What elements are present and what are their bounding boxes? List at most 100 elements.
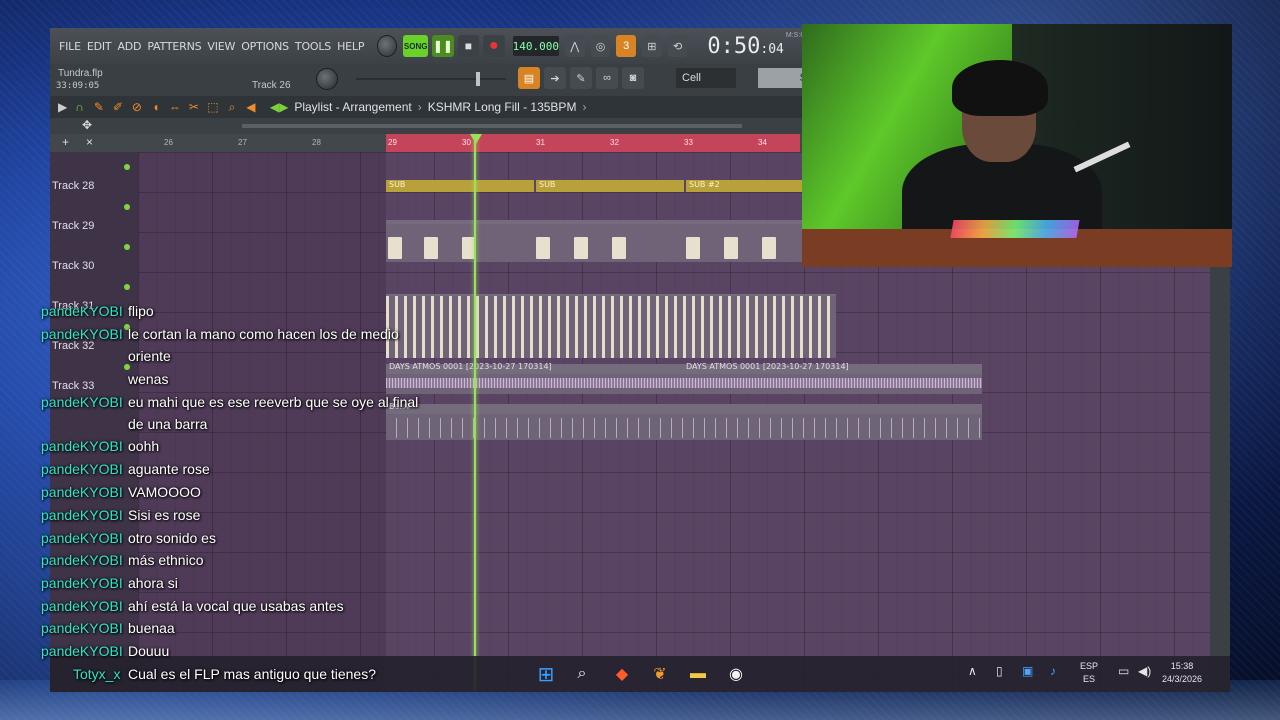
tray-phone-icon[interactable]: ▯	[996, 664, 1003, 678]
ruler-bar: 26	[164, 138, 173, 147]
master-slider-track[interactable]	[356, 78, 506, 80]
zoom-tool-icon[interactable]: ⌕	[225, 100, 239, 115]
clip-label: SUB	[389, 180, 406, 189]
chat-text: le cortan la mano como hacen los de medi…	[128, 326, 399, 342]
clip-label: SUB #2	[689, 180, 720, 189]
menu-patterns[interactable]: PATTERNS	[144, 40, 204, 53]
wait-for-input-button[interactable]: ◎	[590, 35, 611, 57]
magnet-icon[interactable]: ∩	[75, 100, 84, 114]
fl-studio-icon[interactable]: ❦	[648, 662, 672, 686]
plugin-button[interactable]: ◙	[622, 67, 644, 89]
playlist-toggle[interactable]: ▤	[518, 67, 540, 89]
delete-tool-icon[interactable]: ⊘	[130, 100, 144, 115]
track-label[interactable]: Track 28	[52, 180, 94, 192]
clip-percussion[interactable]	[386, 294, 836, 358]
link-button[interactable]: ∞	[596, 67, 618, 89]
track-label[interactable]: Track 33	[52, 380, 94, 392]
clip-sub[interactable]: SUB	[386, 180, 534, 192]
chat-user: pandeKYOBI	[41, 643, 123, 659]
track-label[interactable]: Track 30	[52, 260, 94, 272]
play-pause-button[interactable]: ❚❚	[432, 35, 454, 57]
cam-rgb-keyboard	[950, 220, 1080, 238]
chat-text: Douuu	[128, 643, 170, 659]
paint-tool-icon[interactable]: ✐	[111, 100, 125, 115]
pencil-tool-button[interactable]: ✎	[570, 67, 592, 89]
master-pitch-knob[interactable]	[316, 68, 338, 90]
playback-tool-icon[interactable]: ◀	[244, 100, 258, 115]
tray-app-icon[interactable]: ▣	[1022, 664, 1033, 678]
current-pattern[interactable]: KSHMR Long Fill - 135BPM	[428, 100, 577, 114]
snap-arrow-button[interactable]: ➔	[544, 67, 566, 89]
close-icon[interactable]: ×	[86, 135, 93, 149]
master-slider-handle[interactable]	[476, 72, 480, 86]
countdown-button[interactable]: 3	[616, 35, 637, 57]
webcam-overlay	[802, 24, 1232, 267]
tray-mic-icon[interactable]: ♪	[1050, 664, 1056, 678]
track-status-dot[interactable]	[124, 204, 130, 210]
file-explorer-icon[interactable]: ▬	[686, 662, 710, 686]
link-icon: ∞	[603, 72, 611, 84]
ruler-bar: 29	[388, 138, 397, 147]
track-label[interactable]: Track 29	[52, 220, 94, 232]
slip-tool-icon[interactable]: ⇔	[168, 100, 182, 115]
menu-file[interactable]: FILE	[56, 40, 84, 53]
chat-user: pandeKYOBI	[41, 461, 123, 477]
slice-tool-icon[interactable]: ✂	[187, 100, 201, 115]
window-toggle-group: ▤ ➔ ✎ ∞ ◙	[518, 67, 644, 89]
playlist-toolbar: ▶ ∩ ✎ ✐ ⊘ ◖ ⇔ ✂ ⬚ ⌕ ◀ ◀▶ Playlist - Arran…	[50, 96, 810, 118]
system-clock[interactable]: 15:38 24/3/2026	[1162, 660, 1202, 686]
chat-user: pandeKYOBI	[41, 620, 123, 636]
chat-text: VAMOOOO	[128, 484, 201, 500]
clip-label: DAYS ATMOS 0001 [2023-10-27 170314]	[686, 362, 849, 371]
obs-icon[interactable]: ◉	[724, 662, 748, 686]
loop-record-button[interactable]: ⟲	[667, 35, 688, 57]
master-volume-knob[interactable]	[377, 35, 398, 57]
stop-button[interactable]: ■	[457, 35, 480, 57]
clip-sub2[interactable]: SUB #2	[686, 180, 802, 192]
note-block	[574, 237, 588, 259]
brave-browser-icon[interactable]: ◆	[610, 662, 634, 686]
record-button[interactable]: ●	[483, 35, 505, 57]
network-icon[interactable]: ▭	[1118, 664, 1129, 678]
snap-selector[interactable]: Cell	[676, 68, 736, 88]
track-status-dot[interactable]	[124, 364, 130, 370]
select-tool-icon[interactable]: ⬚	[206, 100, 220, 115]
draw-tool-icon[interactable]: ✎	[92, 100, 106, 115]
menu-help[interactable]: HELP	[334, 40, 367, 53]
search-icon[interactable]: ⌕	[570, 662, 594, 686]
menu-arrow-icon[interactable]: ▶	[58, 100, 67, 114]
ruler-bar: 32	[610, 138, 619, 147]
metronome-button[interactable]: ⋀	[564, 35, 585, 57]
menu-view[interactable]: VIEW	[204, 40, 238, 53]
clip-track29[interactable]	[386, 220, 802, 262]
language-indicator[interactable]: ESP ES	[1080, 660, 1098, 686]
loop-region[interactable]	[386, 134, 800, 152]
tray-chevron-icon[interactable]: ∧	[968, 664, 977, 678]
menu-edit[interactable]: EDIT	[84, 40, 115, 53]
move-icon[interactable]: ✥	[82, 118, 92, 132]
scrollbar-thumb[interactable]	[242, 124, 742, 128]
hint-text: Track 26	[252, 80, 291, 91]
menu-add[interactable]: ADD	[114, 40, 144, 53]
mute-tool-icon[interactable]: ◖	[149, 100, 163, 115]
tempo-display[interactable]: 140.000	[512, 36, 559, 56]
track-status-dot[interactable]	[124, 244, 130, 250]
time-display: 0:50:04	[707, 34, 783, 59]
note-block	[686, 237, 700, 259]
track-status-dot[interactable]	[124, 164, 130, 170]
song-mode-button[interactable]: SONG	[403, 35, 429, 57]
windows-start-icon[interactable]: ⊞	[534, 662, 558, 686]
info-bar: Tundra.flp 33:09:05 Track 26 ▤ ➔ ✎ ∞ ◙ C…	[50, 64, 810, 94]
pause-icon: ❚❚	[432, 39, 453, 53]
clip-sub[interactable]: SUB	[536, 180, 684, 192]
track-status-dot[interactable]	[124, 284, 130, 290]
add-track-icon[interactable]: +	[62, 135, 69, 149]
playlist-title-text: Playlist - Arrangement	[294, 100, 412, 114]
menu-tools[interactable]: TOOLS	[292, 40, 334, 53]
volume-icon[interactable]: ◀)	[1138, 664, 1151, 678]
ruler-bar: 31	[536, 138, 545, 147]
menu-options[interactable]: OPTIONS	[238, 40, 292, 53]
playhead-marker[interactable]	[470, 134, 482, 144]
step-edit-button[interactable]: ⊞	[642, 35, 662, 57]
clock-time: 15:38	[1170, 661, 1194, 671]
